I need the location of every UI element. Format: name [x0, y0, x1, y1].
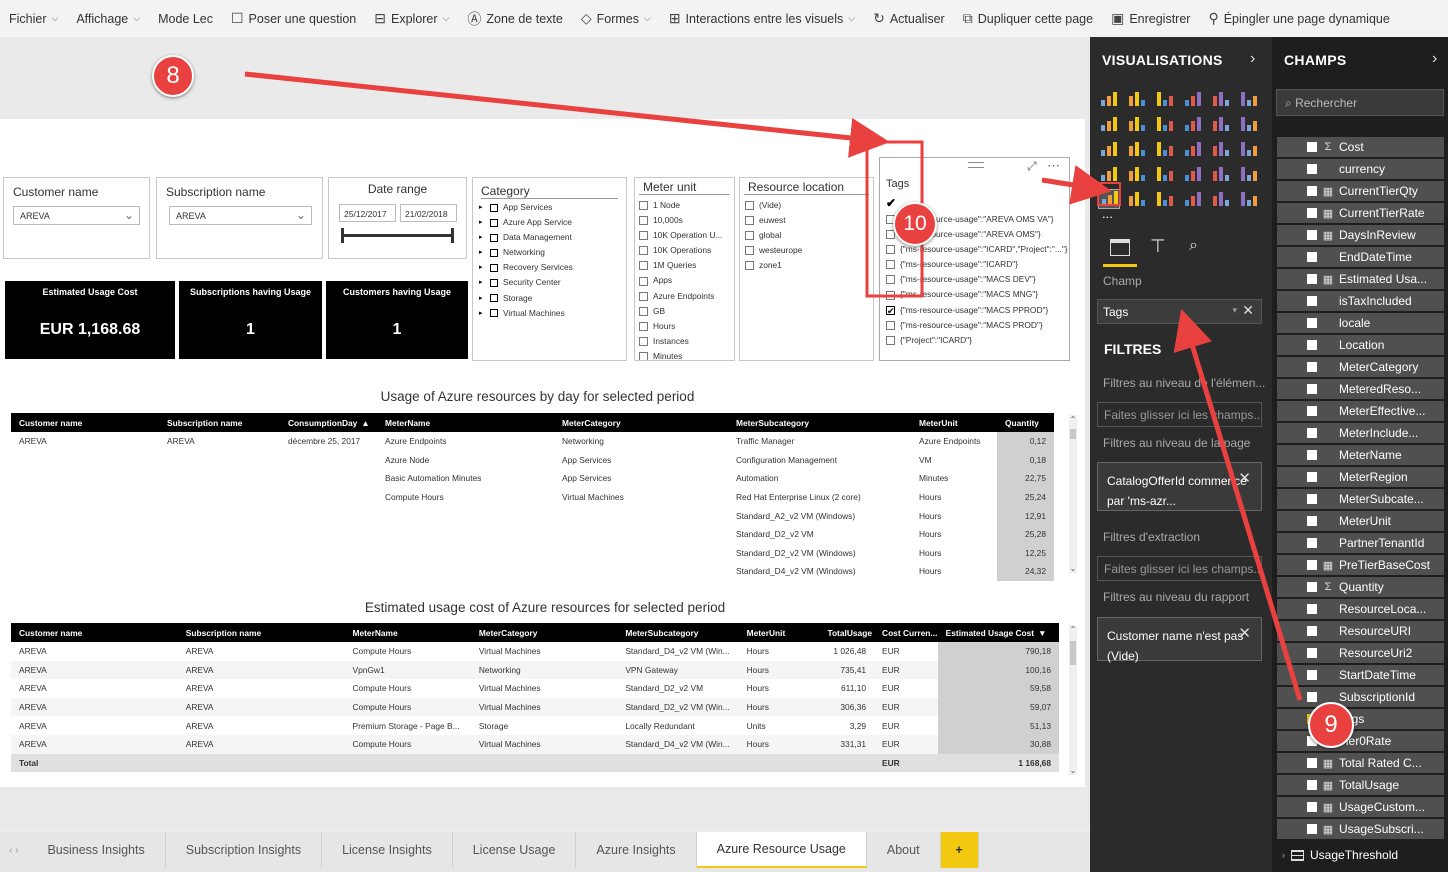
arrow-8 [244, 71, 890, 158]
annotation-badge-8: 8 [152, 55, 194, 97]
annotation-badge-9: 9 [1308, 702, 1354, 748]
power-bi-report: Fichier ⌵ Affichage ⌵ Mode Lec ☐ Poser une que… [0, 0, 1448, 872]
arrow-10 [1041, 165, 1112, 205]
slicer-highlight-box [1097, 182, 1121, 206]
annotation-arrows [244, 71, 1303, 701]
arrow-9 [1173, 308, 1303, 701]
annotation-badge-10: 10 [893, 202, 937, 246]
